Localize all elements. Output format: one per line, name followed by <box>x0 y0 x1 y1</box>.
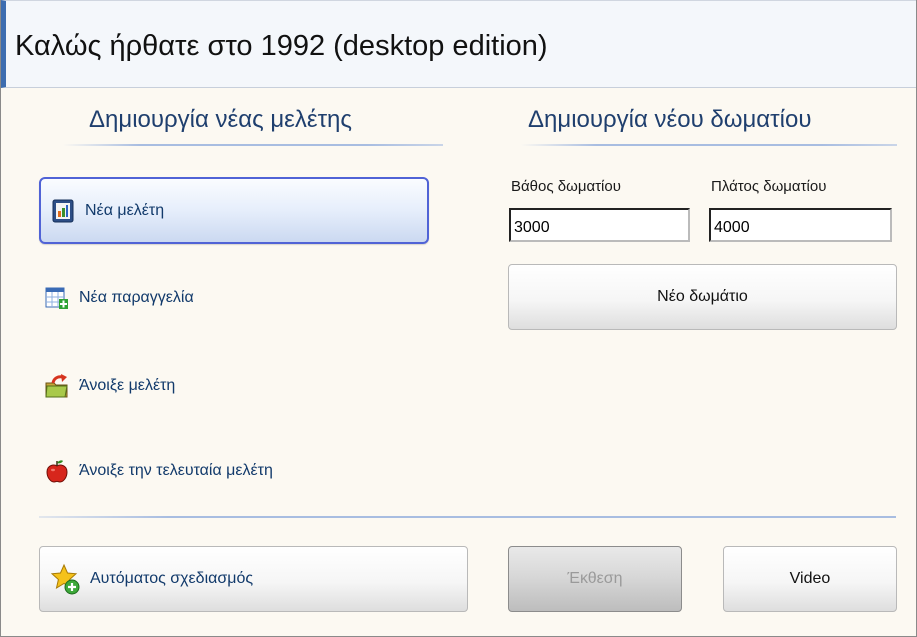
new-study-heading: Δημιουργία νέας μελέτης <box>89 106 352 133</box>
open-last-study-button[interactable]: Άνοιξε την τελευταία μελέτη <box>45 454 273 488</box>
window-title: Καλώς ήρθατε στο 1992 (desktop edition) <box>15 30 548 62</box>
footer-divider <box>39 516 896 518</box>
open-last-study-label: Άνοιξε την τελευταία μελέτη <box>79 462 273 479</box>
open-study-label: Άνοιξε μελέτη <box>79 377 176 394</box>
auto-design-label: Αυτόματος σχεδιασμός <box>90 570 254 587</box>
room-width-input[interactable] <box>709 208 892 242</box>
room-width-label: Πλάτος δωματίου <box>711 178 827 195</box>
apple-icon <box>46 460 68 483</box>
exhibition-button[interactable]: Έκθεση <box>508 546 682 612</box>
document-chart-icon <box>52 199 74 222</box>
new-room-heading: Δημιουργία νέου δωματίου <box>528 106 812 133</box>
new-order-label: Νέα παραγγελία <box>79 289 194 306</box>
new-study-heading-rule <box>63 144 443 146</box>
folder-open-icon <box>45 374 68 398</box>
spreadsheet-add-icon <box>45 287 68 309</box>
new-order-button[interactable]: Νέα παραγγελία <box>45 283 194 313</box>
open-study-button[interactable]: Άνοιξε μελέτη <box>45 369 175 403</box>
new-room-button[interactable]: Νέο δωμάτιο <box>508 264 897 330</box>
room-depth-label: Βάθος δωματίου <box>511 178 621 195</box>
title-bar: Καλώς ήρθατε στο 1992 (desktop edition) <box>1 0 916 88</box>
star-add-icon <box>50 563 80 595</box>
new-room-heading-rule <box>521 144 897 146</box>
main-window: Καλώς ήρθατε στο 1992 (desktop edition) … <box>0 0 917 637</box>
video-button[interactable]: Video <box>723 546 897 612</box>
new-study-button[interactable]: Νέα μελέτη <box>39 177 429 244</box>
room-depth-input[interactable] <box>509 208 690 242</box>
new-study-label: Νέα μελέτη <box>85 201 165 219</box>
auto-design-button[interactable]: Αυτόματος σχεδιασμός <box>39 546 468 612</box>
